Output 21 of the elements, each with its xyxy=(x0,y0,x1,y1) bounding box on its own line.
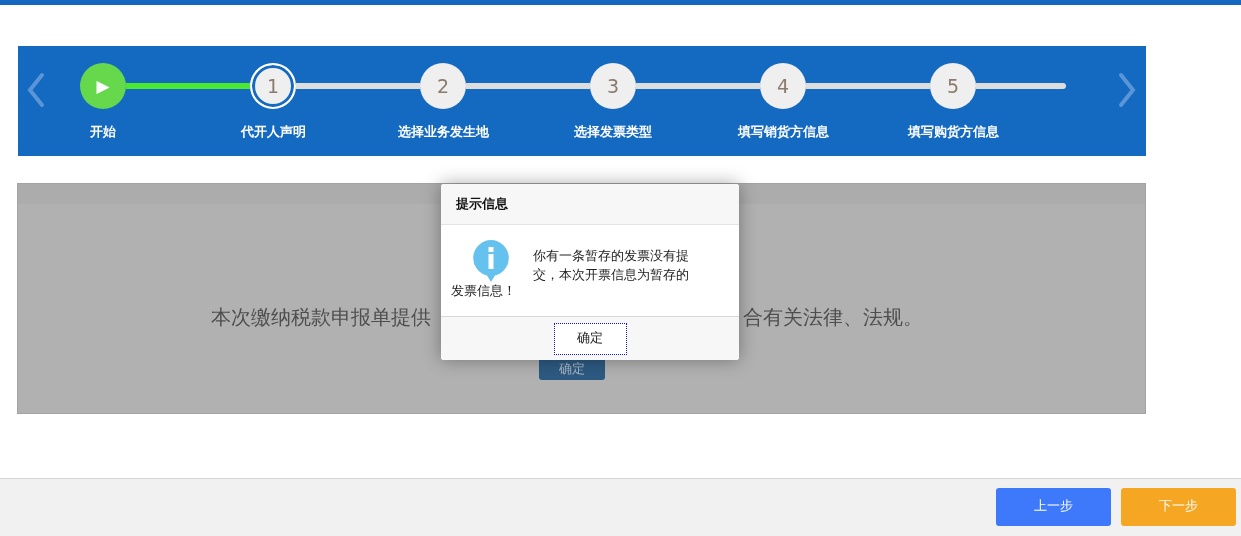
info-icon xyxy=(473,240,509,282)
step-label: 选择业务发生地 xyxy=(397,123,489,141)
declaration-text: 本次缴纳税款申报单提供 xyxy=(210,304,431,331)
step-label: 开始 xyxy=(90,123,116,141)
step-label: 填写销货方信息 xyxy=(737,123,829,141)
step-label: 选择发票类型 xyxy=(574,123,652,141)
step-number-marker: 4 xyxy=(760,63,806,109)
step-label: 代开人声明 xyxy=(240,123,306,141)
dialog-message: 你有一条暂存的发票没有提交，本次开票信息为暂存的 xyxy=(533,247,690,284)
declaration-text: 合有关法律、法规。 xyxy=(742,304,923,331)
previous-step-button[interactable]: 上一步 xyxy=(996,487,1111,526)
next-step-button[interactable]: 下一步 xyxy=(1121,487,1236,526)
dialog-message: 发票信息！ xyxy=(451,283,516,300)
dialog-title: 提示信息 xyxy=(441,184,739,225)
step-number-marker: 2 xyxy=(420,63,466,109)
play-step-marker: ▶ xyxy=(80,63,126,109)
step-number-marker: 5 xyxy=(930,63,976,109)
step-label: 填写购货方信息 xyxy=(907,123,999,141)
ok-button[interactable]: 确定 xyxy=(553,322,627,355)
step-number-marker: 3 xyxy=(590,63,636,109)
step-number-marker: 1 xyxy=(250,63,296,109)
